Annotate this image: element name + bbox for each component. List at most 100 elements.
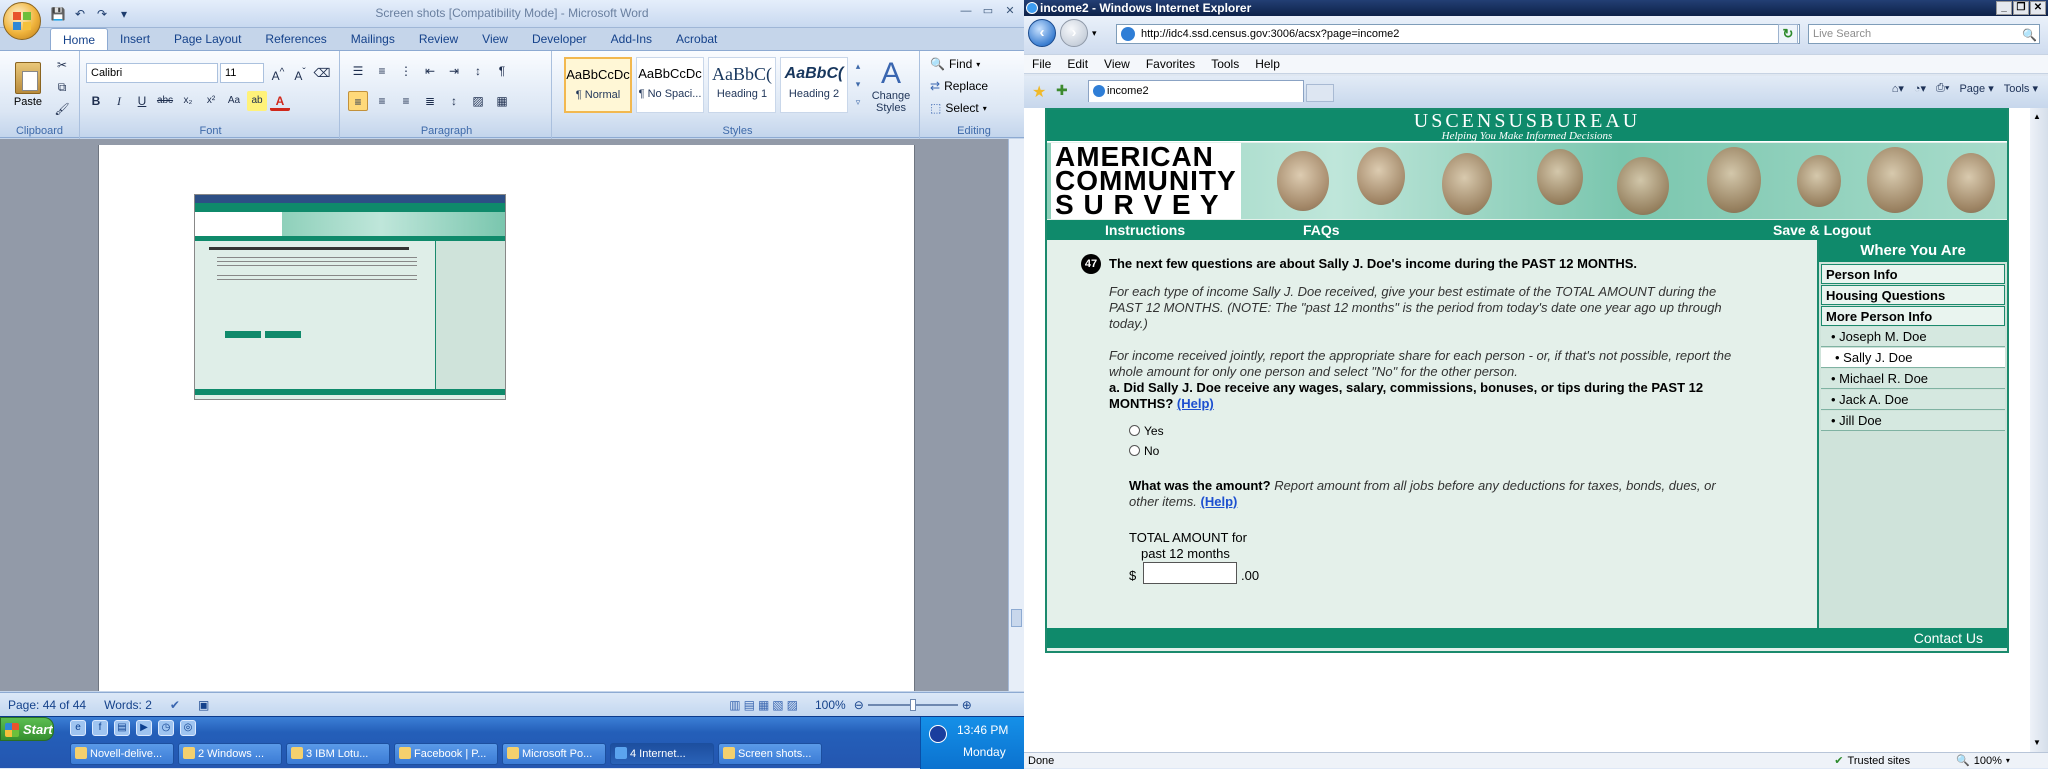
font-size-select[interactable]: 11 xyxy=(220,63,264,83)
bold-icon[interactable]: B xyxy=(86,91,106,111)
taskbar-item[interactable]: Facebook | P... xyxy=(394,743,498,765)
ie-icon[interactable]: e xyxy=(70,720,86,736)
style-heading-1[interactable]: AaBbC( Heading 1 xyxy=(708,57,776,113)
taskbar-item[interactable]: Screen shots... xyxy=(718,743,822,765)
sidebar-person-jill[interactable]: • Jill Doe xyxy=(1821,411,2005,431)
font-name-select[interactable]: Calibri xyxy=(86,63,218,83)
decrease-indent-icon[interactable]: ⇤ xyxy=(420,61,440,81)
align-left-icon[interactable]: ≡ xyxy=(348,91,368,111)
strikethrough-icon[interactable]: abc xyxy=(155,91,175,111)
style-no-spacing[interactable]: AaBbCcDc ¶ No Spaci... xyxy=(636,57,704,113)
tab-home[interactable]: Home xyxy=(50,28,109,50)
undo-icon[interactable]: ↶ xyxy=(72,6,88,22)
customize-qat-icon[interactable]: ▾ xyxy=(116,6,132,22)
increase-indent-icon[interactable]: ⇥ xyxy=(444,61,464,81)
redo-icon[interactable]: ↷ xyxy=(94,6,110,22)
tab-insert[interactable]: Insert xyxy=(108,28,162,50)
close-icon[interactable]: ✕ xyxy=(1000,4,1020,20)
close-icon[interactable]: ✕ xyxy=(2030,1,2046,15)
sidebar-person-joseph[interactable]: • Joseph M. Doe xyxy=(1821,327,2005,347)
refresh-icon[interactable]: ↻ xyxy=(1778,24,1798,44)
style-normal[interactable]: AaBbCcDc ¶ Normal xyxy=(564,57,632,113)
tab-page-layout[interactable]: Page Layout xyxy=(162,28,253,50)
tab-add-ins[interactable]: Add-Ins xyxy=(599,28,664,50)
style-heading-2[interactable]: AaBbC( Heading 2 xyxy=(780,57,848,113)
page-count[interactable]: Page: 44 of 44 xyxy=(8,698,86,712)
menu-edit[interactable]: Edit xyxy=(1059,55,1096,73)
tab-view[interactable]: View xyxy=(470,28,520,50)
sidebar-item-person-info[interactable]: Person Info xyxy=(1821,264,2005,284)
tab-developer[interactable]: Developer xyxy=(520,28,599,50)
format-painter-icon[interactable]: 🖌 xyxy=(52,99,72,119)
security-zone[interactable]: Trusted sites xyxy=(1848,754,1911,768)
radio-no[interactable]: No xyxy=(1129,444,1159,458)
nav-save-logout[interactable]: Save & Logout xyxy=(1773,220,1871,240)
restore-icon[interactable]: ❐ xyxy=(2013,1,2029,15)
menu-favorites[interactable]: Favorites xyxy=(1138,55,1203,73)
sort-icon[interactable]: ↕ xyxy=(468,61,488,81)
nav-faqs[interactable]: FAQs xyxy=(1303,220,1340,240)
home-icon[interactable]: ⌂▾ xyxy=(1892,82,1904,95)
numbering-icon[interactable]: ≡ xyxy=(372,61,392,81)
history-dropdown-icon[interactable]: ▾ xyxy=(1092,28,1097,39)
print-icon[interactable]: ⎙▾ xyxy=(1936,82,1949,95)
multilevel-list-icon[interactable]: ⋮ xyxy=(396,61,416,81)
favorites-star-icon[interactable]: ★ xyxy=(1032,82,1046,102)
office-button[interactable] xyxy=(3,2,41,40)
show-marks-icon[interactable]: ¶ xyxy=(492,61,512,81)
font-color-icon[interactable]: A xyxy=(270,91,290,111)
network-icon[interactable] xyxy=(929,725,947,743)
zoom-level[interactable]: 100% xyxy=(815,698,846,712)
clear-formatting-icon[interactable]: ⌫ xyxy=(312,63,332,83)
tab-acrobat[interactable]: Acrobat xyxy=(664,28,729,50)
superscript-icon[interactable]: x² xyxy=(201,91,221,111)
taskbar-item[interactable]: 4 Internet... xyxy=(610,743,714,765)
app-icon[interactable]: ◎ xyxy=(180,720,196,736)
radio-yes[interactable]: Yes xyxy=(1129,424,1164,438)
bullets-icon[interactable]: ☰ xyxy=(348,61,368,81)
shading-icon[interactable]: ▨ xyxy=(468,91,488,111)
search-icon[interactable]: 🔍 xyxy=(2022,26,2037,44)
tab-mailings[interactable]: Mailings xyxy=(339,28,407,50)
change-case-icon[interactable]: Aa xyxy=(224,91,244,111)
help-link[interactable]: (Help) xyxy=(1201,494,1238,509)
word-count[interactable]: Words: 2 xyxy=(104,698,152,712)
address-bar[interactable]: http://idc4.ssd.census.gov:3006/acsx?pag… xyxy=(1116,24,1800,44)
select-button[interactable]: ⬚ Select ▾ xyxy=(930,101,987,115)
sidebar-item-housing-questions[interactable]: Housing Questions xyxy=(1821,285,2005,305)
sidebar-person-jack[interactable]: • Jack A. Doe xyxy=(1821,390,2005,410)
line-spacing-icon[interactable]: ↕ xyxy=(444,91,464,111)
ie-zoom-level[interactable]: 100% xyxy=(1974,754,2002,768)
feeds-icon[interactable]: ◔▾ xyxy=(1914,82,1926,95)
sidebar-person-sally[interactable]: • Sally J. Doe xyxy=(1821,348,2005,368)
pasted-screenshot-image[interactable] xyxy=(194,194,506,400)
ie-vertical-scrollbar[interactable]: ▲ ▼ xyxy=(2030,108,2048,752)
justify-icon[interactable]: ≣ xyxy=(420,91,440,111)
word-vertical-scrollbar[interactable] xyxy=(1008,139,1024,691)
sidebar-person-michael[interactable]: • Michael R. Doe xyxy=(1821,369,2005,389)
nav-instructions[interactable]: Instructions xyxy=(1105,220,1185,240)
borders-icon[interactable]: ▦ xyxy=(492,91,512,111)
change-styles-button[interactable]: A Change Styles xyxy=(866,53,916,119)
proofing-icon[interactable]: ✔ xyxy=(170,698,180,712)
start-button[interactable]: Start xyxy=(0,717,54,741)
back-icon[interactable]: ‹ xyxy=(1028,19,1056,47)
help-link[interactable]: (Help) xyxy=(1177,396,1214,411)
highlight-icon[interactable]: ab xyxy=(247,91,267,111)
view-buttons-icon[interactable]: ▥▤▦▧▨ xyxy=(729,698,801,712)
tab-income2[interactable]: income2 xyxy=(1088,80,1304,102)
taskbar-item[interactable]: Microsoft Po... xyxy=(502,743,606,765)
underline-icon[interactable]: U xyxy=(132,91,152,111)
paste-button[interactable]: Paste xyxy=(6,55,50,115)
zoom-slider[interactable] xyxy=(867,698,958,711)
menu-file[interactable]: File xyxy=(1024,55,1059,73)
save-icon[interactable]: 💾 xyxy=(50,6,66,22)
zoom-in-icon[interactable]: ⊕ xyxy=(962,698,972,712)
menu-help[interactable]: Help xyxy=(1247,55,1288,73)
contact-us-link[interactable]: Contact Us xyxy=(1914,630,1983,646)
minimize-icon[interactable]: — xyxy=(956,4,976,20)
page-menu[interactable]: Page ▾ xyxy=(1959,82,1993,95)
folder-icon[interactable]: ▤ xyxy=(114,720,130,736)
minimize-icon[interactable]: _ xyxy=(1996,1,2012,15)
subscript-icon[interactable]: x₂ xyxy=(178,91,198,111)
